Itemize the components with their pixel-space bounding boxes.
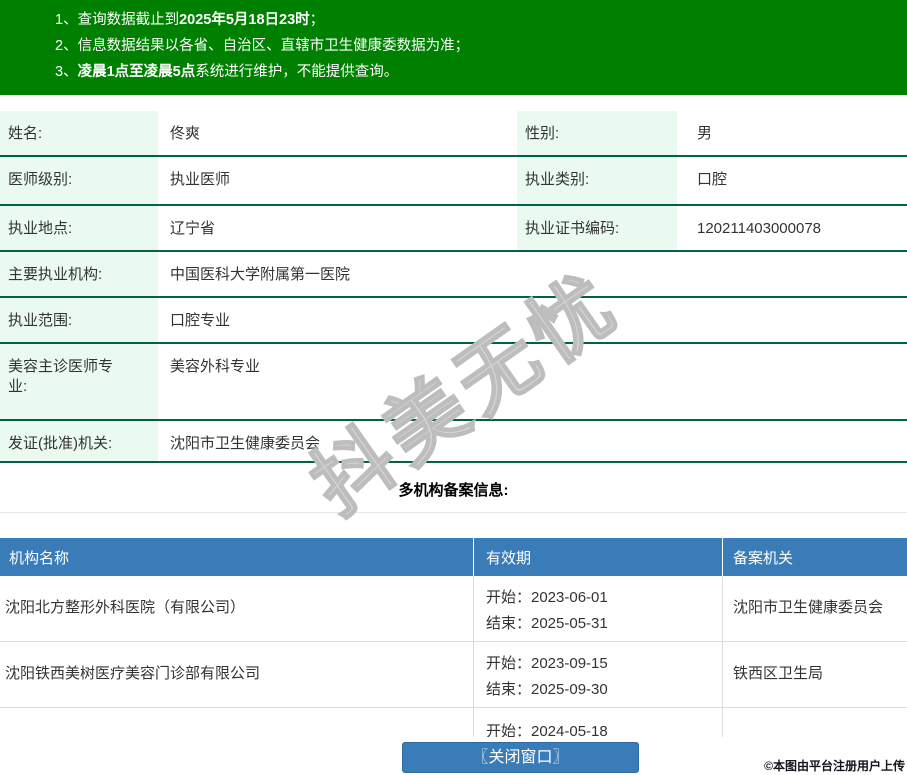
close-window-button[interactable]: 〖关闭窗口〗	[402, 742, 639, 773]
practitioner-info-table: 姓名: 佟爽 性别: 男 医师级别: 执业医师 执业类别: 口腔 执业地点: 辽…	[0, 111, 907, 463]
field-label-license-number: 执业证书编码:	[517, 206, 677, 250]
field-value-issuing-authority: 沈阳市卫生健康委员会	[170, 435, 321, 452]
column-header-valid-period: 有效期	[473, 538, 722, 576]
field-value-gender: 男	[697, 125, 713, 142]
field-label-gender: 性别:	[517, 111, 677, 155]
field-label-doctor-level: 医师级别:	[0, 157, 158, 204]
table-row: 执业地点: 辽宁省 执业证书编码: 120211403000078	[0, 206, 907, 252]
institution-name: 沈阳铁西美树医疗美容门诊部有限公司	[5, 665, 261, 682]
multi-institution-table: 机构名称 有效期 备案机关 沈阳北方整形外科医院（有限公司） 开始：2023-0…	[0, 538, 907, 737]
field-value-name: 佟爽	[170, 125, 201, 142]
table-row: 美容主诊医师专业: 美容外科专业	[0, 344, 907, 421]
table-row: 医师级别: 执业医师 执业类别: 口腔	[0, 157, 907, 206]
table-row: 姓名: 佟爽 性别: 男	[0, 111, 907, 157]
org-table-header: 机构名称 有效期 备案机关	[0, 538, 907, 576]
table-row: 沈阳铁西美树医疗美容门诊部有限公司 开始：2023-09-15 结束：2025-…	[0, 642, 907, 708]
field-label-cosmetic-specialty: 美容主诊医师专业:	[0, 344, 158, 419]
field-label-main-institution: 主要执业机构:	[0, 252, 158, 296]
field-value-cosmetic-specialty: 美容外科专业	[170, 358, 261, 375]
valid-period-start: 开始：2024-05-18	[486, 723, 608, 737]
section-divider	[0, 512, 907, 513]
valid-period: 开始：2024-05-18	[473, 708, 722, 737]
multi-institution-section-title: 多机构备案信息:	[398, 482, 509, 499]
field-label-practice-category: 执业类别:	[517, 157, 677, 204]
field-value-practice-scope: 口腔专业	[170, 312, 231, 329]
institution-name	[0, 708, 473, 737]
field-label-practice-scope: 执业范围:	[0, 298, 158, 342]
table-row: 开始：2024-05-18	[0, 708, 907, 737]
filing-authority: 铁西区卫生局	[722, 642, 907, 707]
table-row: 发证(批准)机关: 沈阳市卫生健康委员会	[0, 421, 907, 463]
field-label-practice-location: 执业地点:	[0, 206, 158, 250]
field-value-doctor-level: 执业医师	[170, 171, 231, 188]
notice-banner: 1、查询数据截止到2025年5月18日23时； 2、信息数据结果以各省、自治区、…	[0, 0, 907, 95]
field-value-license-number: 120211403000078	[697, 220, 822, 237]
column-header-filing-authority: 备案机关	[722, 538, 907, 576]
notice-line-1: 1、查询数据截止到2025年5月18日23时；	[55, 12, 325, 28]
table-row: 沈阳北方整形外科医院（有限公司） 开始：2023-06-01 结束：2025-0…	[0, 576, 907, 642]
field-value-main-institution: 中国医科大学附属第一医院	[170, 266, 351, 283]
notice-line-2: 2、信息数据结果以各省、自治区、直辖市卫生健康委数据为准；	[55, 38, 470, 54]
valid-period-start: 开始：2023-06-01	[486, 589, 608, 606]
valid-period: 开始：2023-09-15 结束：2025-09-30	[473, 642, 722, 707]
valid-period-end: 结束：2025-05-31	[486, 615, 608, 632]
valid-period: 开始：2023-06-01 结束：2025-05-31	[473, 576, 722, 641]
filing-authority: 沈阳市卫生健康委员会	[722, 576, 907, 641]
institution-name: 沈阳北方整形外科医院（有限公司）	[5, 599, 246, 616]
field-value-practice-category: 口腔	[697, 171, 728, 188]
table-row: 执业范围: 口腔专业	[0, 298, 907, 344]
field-label-issuing-authority: 发证(批准)机关:	[0, 421, 158, 461]
valid-period-start: 开始：2023-09-15	[486, 655, 608, 672]
field-value-practice-location: 辽宁省	[170, 220, 216, 237]
valid-period-end: 结束：2025-09-30	[486, 681, 608, 698]
notice-line-3: 3、凌晨1点至凌晨5点系统进行维护，不能提供查询。	[55, 64, 399, 80]
filing-authority	[722, 708, 907, 737]
field-label-name: 姓名:	[0, 111, 158, 155]
table-row: 主要执业机构: 中国医科大学附属第一医院	[0, 252, 907, 298]
uploader-note: ©本图由平台注册用户上传	[764, 759, 905, 773]
column-header-institution-name: 机构名称	[9, 550, 70, 567]
